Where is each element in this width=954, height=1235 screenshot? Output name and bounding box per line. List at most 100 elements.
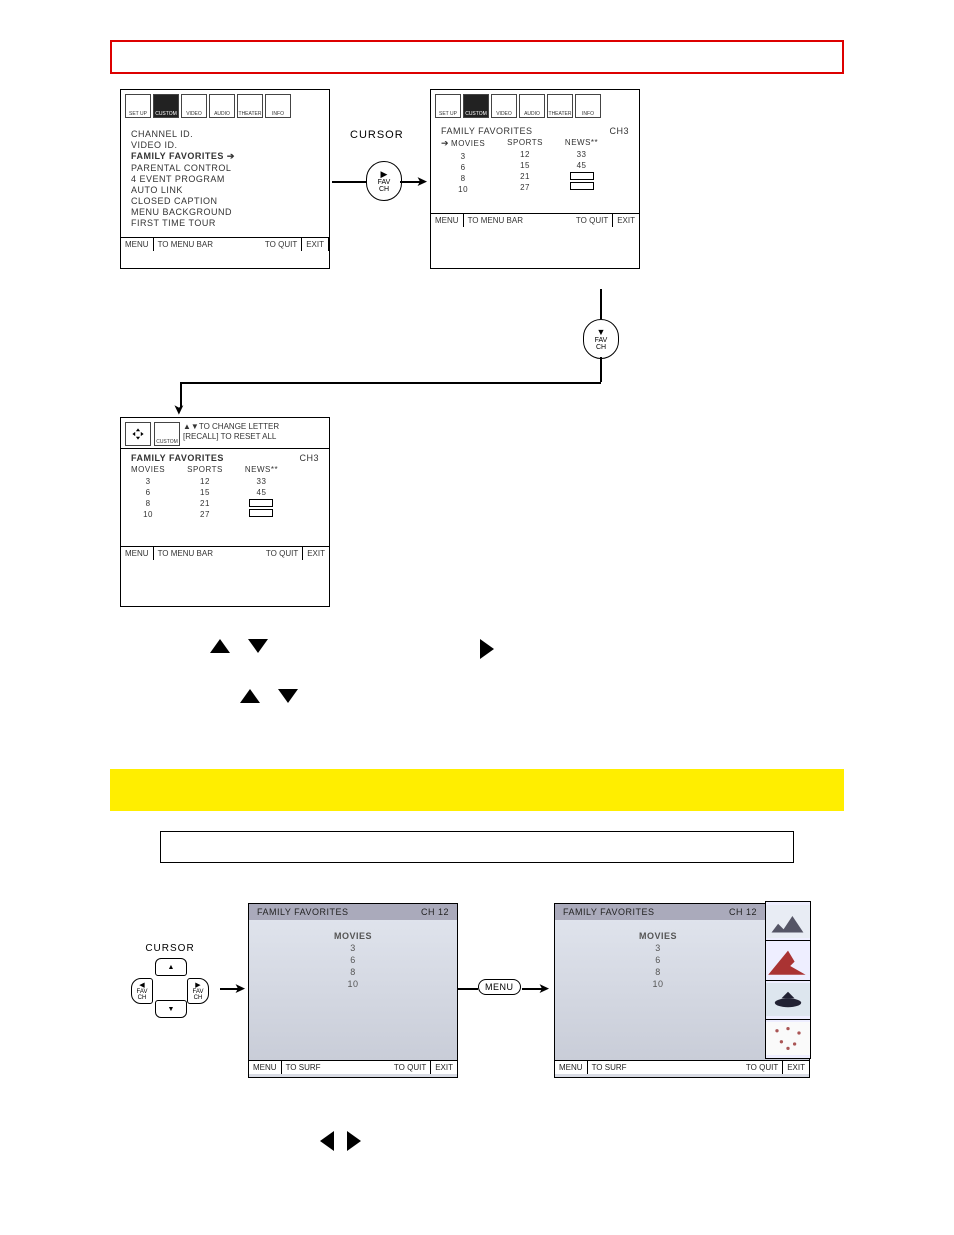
iconbar-theater: THEATER (237, 94, 263, 118)
thumbnail (765, 1019, 811, 1059)
updown-icon: ▲▼ (183, 422, 199, 431)
iconbar-video: VIDEO (491, 94, 517, 118)
ff-channel: CH3 (609, 126, 629, 136)
menu-item: CLOSED CAPTION (131, 196, 319, 206)
hint-recall-reset: [RECALL] TO RESET ALL (183, 432, 279, 442)
col-header: MOVIES (131, 465, 165, 474)
flow-line (600, 289, 602, 319)
menu-screen-custom-list: SET UP CUSTOM VIDEO AUDIO THEATER INFO C… (120, 89, 330, 269)
footer-to-quit: TO QUIT (572, 214, 612, 227)
footer-menu: MENU (249, 1061, 282, 1074)
surf-channel: CH 12 (421, 907, 449, 917)
footer-to-surf: TO SURF (588, 1061, 631, 1074)
cursor-left-button[interactable]: ◀ FAV CH (131, 978, 153, 1004)
footer-menu: MENU (121, 547, 154, 560)
footer-to-quit: TO QUIT (262, 547, 302, 560)
triangle-right-icon (347, 1131, 361, 1151)
triangle-down-icon (278, 689, 298, 703)
cell: 10 (143, 510, 153, 519)
footer-to-menu-bar: TO MENU BAR (464, 214, 527, 227)
outlined-box (160, 831, 794, 863)
triangle-right-icon (480, 639, 494, 659)
triangle-left-icon (320, 1131, 334, 1151)
favch-ch-label: CH (596, 344, 606, 351)
footer-to-quit: TO QUIT (390, 1061, 430, 1074)
triangle-up-icon (240, 689, 260, 703)
iconbar: SET UP CUSTOM VIDEO AUDIO THEATER INFO (121, 90, 329, 122)
favorites-table: MOVIES 3 6 8 10 SPORTS 12 15 21 27 NEWS*… (121, 465, 329, 520)
cell: 45 (257, 488, 267, 497)
menu-pill-button[interactable]: MENU (478, 979, 521, 995)
menu-item: PARENTAL CONTROL (131, 163, 319, 173)
cell: 3 (461, 152, 466, 161)
thumbnail-image-icon (766, 1022, 810, 1055)
surf-screen-2: FAMILY FAVORITES CH 12 MOVIES 3 6 8 10 M… (554, 903, 810, 1078)
play-right-icon: ▶ (381, 170, 388, 179)
iconbar-audio: AUDIO (519, 94, 545, 118)
pointer-icon: ➔ (441, 138, 449, 148)
triangle-instruction-block (120, 629, 834, 739)
flow-arrowhead-icon: ➤ (170, 404, 187, 416)
red-divider (110, 40, 844, 74)
thumbnail-image-icon (766, 944, 810, 977)
cursor-pad: CURSOR ▲ ▼ ◀ FAV CH ▶ FAV CH (120, 943, 220, 1033)
iconbar: SET UP CUSTOM VIDEO AUDIO THEATER INFO (431, 90, 639, 122)
cell: 21 (200, 499, 210, 508)
iconbar-theater: THEATER (547, 94, 573, 118)
footer-menu: MENU (431, 214, 464, 227)
cell: 12 (520, 150, 530, 159)
thumbnail (765, 980, 811, 1020)
fav-ch-button-right[interactable]: ▶ FAV CH (366, 161, 402, 201)
footer-exit: EXIT (612, 214, 639, 227)
menu-item: MENU BACKGROUND (131, 207, 319, 217)
footer-to-menu-bar: TO MENU BAR (154, 238, 217, 251)
iconbar-custom: CUSTOM (154, 422, 180, 446)
channel-thumbnail-strip (765, 902, 811, 1059)
empty-slot (570, 182, 594, 190)
iconbar-audio: AUDIO (209, 94, 235, 118)
cursor-up-button[interactable]: ▲ (155, 958, 187, 976)
cursor-right-button[interactable]: ▶ FAV CH (187, 978, 209, 1004)
surf-heading: MOVIES (334, 931, 372, 941)
flow-line (332, 181, 366, 183)
surf-value: 6 (350, 955, 356, 965)
footer-to-menu-bar: TO MENU BAR (154, 547, 217, 560)
col-header: MOVIES (451, 139, 485, 148)
footer-to-surf: TO SURF (282, 1061, 325, 1074)
footer-menu: MENU (121, 238, 154, 251)
empty-slot (570, 172, 594, 180)
hint-change-letter: ▲▼TO CHANGE LETTER (183, 422, 279, 432)
thumbnail-image-icon (766, 905, 810, 938)
surf-value: 10 (652, 979, 663, 989)
surf-heading: MOVIES (639, 931, 677, 941)
menu-item: CHANNEL ID. (131, 129, 319, 139)
ff-channel: CH3 (299, 453, 319, 463)
cursor-down-button[interactable]: ▼ (155, 1000, 187, 1018)
iconbar-setup: SET UP (125, 94, 151, 118)
thumbnail (765, 940, 811, 980)
cell: 8 (461, 174, 466, 183)
flow-arrowhead-icon: ➤ (538, 980, 550, 997)
menu-item: VIDEO ID. (131, 140, 319, 150)
cell: 15 (200, 488, 210, 497)
menu-item: FIRST TIME TOUR (131, 218, 319, 228)
cell: 6 (146, 488, 151, 497)
col-header: SPORTS (507, 138, 543, 147)
fav-ch-button-down[interactable]: ▼ FAV CH (583, 319, 619, 359)
menu-item-selected: FAMILY FAVORITES ➔ (131, 151, 319, 162)
surf-value: 10 (347, 979, 358, 989)
family-favorites-screen: SET UP CUSTOM VIDEO AUDIO THEATER INFO F… (430, 89, 640, 269)
cursor-pad-label: CURSOR (120, 943, 220, 954)
cell: 3 (146, 477, 151, 486)
surf-value: 8 (350, 967, 356, 977)
thumbnail (765, 901, 811, 941)
favch-ch-label: CH (379, 186, 389, 193)
footer-exit: EXIT (301, 238, 329, 251)
empty-slot (249, 509, 273, 517)
cell: 8 (146, 499, 151, 508)
triangle-down-icon: ▼ (168, 1006, 175, 1013)
flow-line (600, 357, 602, 382)
cell: 33 (577, 150, 587, 159)
col-header: NEWS** (565, 138, 598, 147)
triangle-up-icon: ▲ (168, 964, 175, 971)
